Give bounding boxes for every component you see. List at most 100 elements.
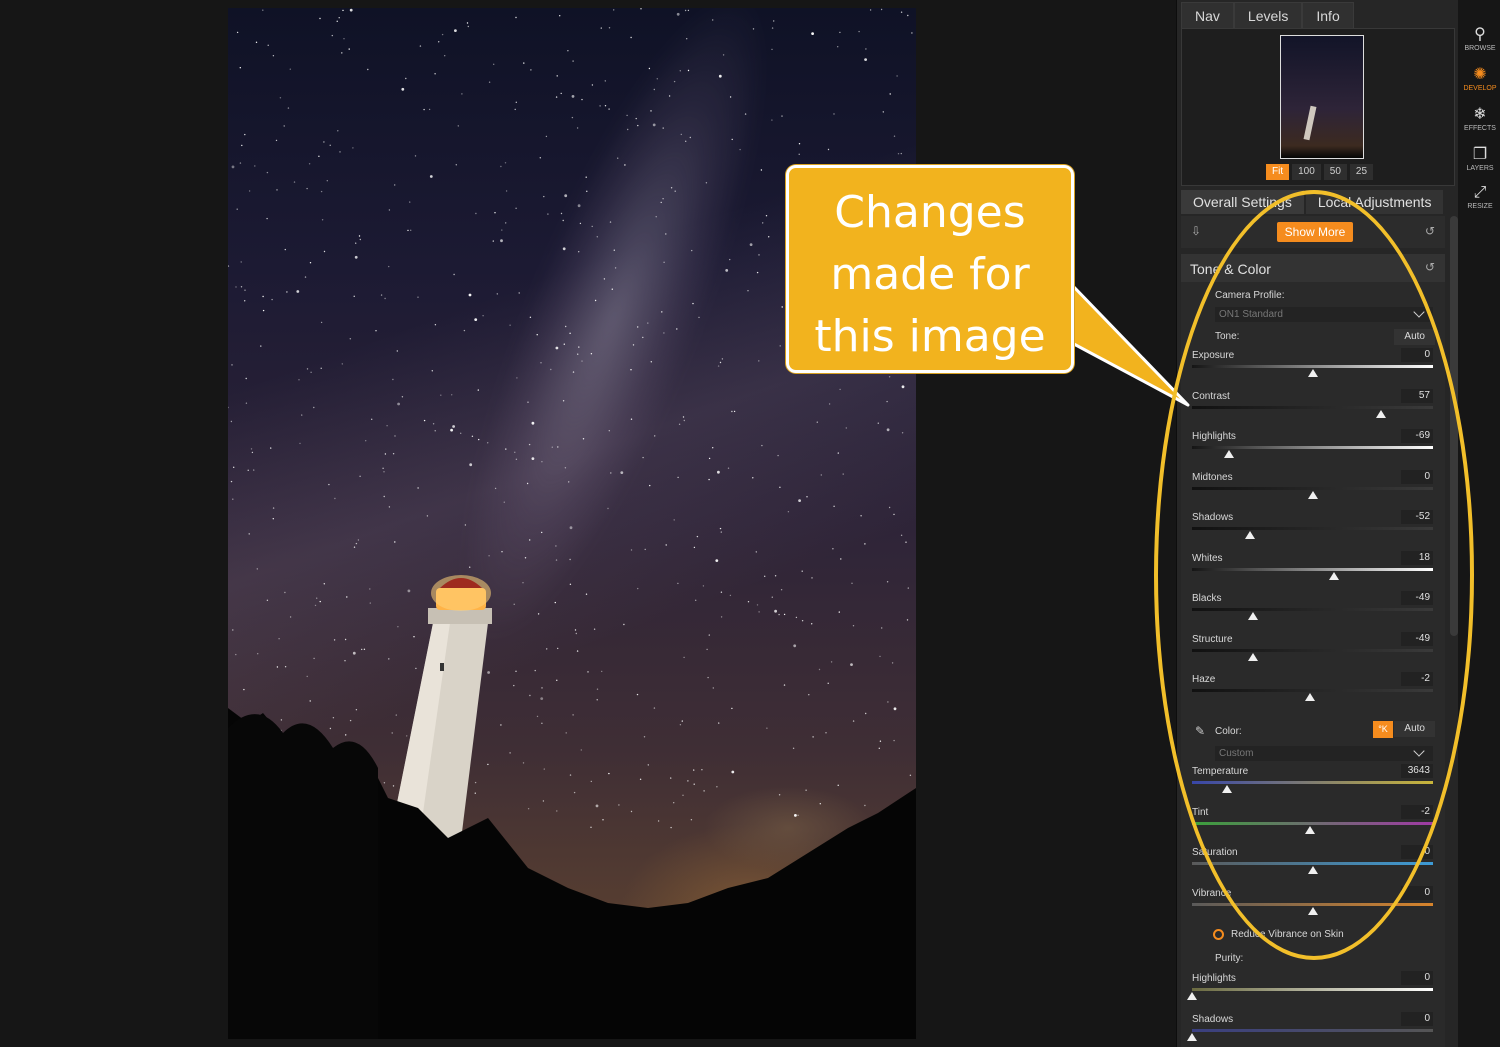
slider-track[interactable] <box>1192 988 1433 991</box>
layers-icon: ❐ <box>1472 146 1488 163</box>
eyedropper-icon[interactable]: ✎ <box>1193 724 1207 738</box>
camera-profile-label: Camera Profile: <box>1215 290 1285 301</box>
slider-value-field[interactable]: 0 <box>1401 469 1433 484</box>
reset-section-icon[interactable]: ↺ <box>1423 260 1437 274</box>
slider-track[interactable] <box>1192 781 1433 784</box>
module-resize[interactable]: ⤢ RESIZE <box>1460 184 1500 210</box>
module-label: DEVELOP <box>1463 85 1497 92</box>
slider-handle[interactable] <box>1307 866 1318 874</box>
module-label: LAYERS <box>1466 165 1494 172</box>
module-effects[interactable]: ❄ EFFECTS <box>1460 104 1500 132</box>
color-auto-button[interactable]: Auto <box>1394 721 1435 737</box>
zoom-fit-button[interactable]: Fit <box>1266 164 1290 180</box>
slider-handle[interactable] <box>1248 612 1259 620</box>
slider-handle[interactable] <box>1305 825 1316 834</box>
slider-handle[interactable] <box>1307 906 1318 915</box>
navigator-thumbnail[interactable] <box>1280 35 1364 159</box>
photo-canvas[interactable] <box>0 0 1173 1047</box>
slider-value-field[interactable]: -2 <box>1401 672 1433 686</box>
tone-label: Tone: <box>1215 331 1240 342</box>
section-header[interactable]: Tone & Color ↺ <box>1181 254 1445 282</box>
slider-handle[interactable] <box>1224 450 1235 458</box>
slider-value-field[interactable]: -2 <box>1401 804 1433 819</box>
slider-track[interactable] <box>1192 527 1433 530</box>
slider-label: Midtones <box>1192 471 1233 483</box>
slider-value-field[interactable]: 3643 <box>1401 764 1433 778</box>
navigator-tabs: Nav Levels Info <box>1181 2 1354 30</box>
slider-handle[interactable] <box>1221 785 1232 793</box>
zoom-50-button[interactable]: 50 <box>1323 164 1347 180</box>
slider-value-field[interactable]: -49 <box>1401 631 1433 646</box>
slider-track[interactable] <box>1192 648 1433 652</box>
slider-handle[interactable] <box>1307 369 1318 377</box>
zoom-100-button[interactable]: 100 <box>1292 164 1321 180</box>
slider-handle[interactable] <box>1307 490 1318 499</box>
slider-value-field[interactable]: 0 <box>1401 971 1433 985</box>
slider-track[interactable] <box>1192 608 1433 611</box>
slider-label: Vibrance <box>1192 887 1232 899</box>
module-develop[interactable]: ✺ DEVELOP <box>1460 64 1500 92</box>
callout-line-2: made for <box>830 249 1030 300</box>
module-browse[interactable]: ⚲ BROWSE <box>1460 24 1500 52</box>
slider-track[interactable] <box>1192 486 1433 490</box>
callout-box: Changes made for this image <box>786 165 1074 373</box>
purity-label: Purity: <box>1215 953 1244 964</box>
photo-preview[interactable] <box>228 8 916 1039</box>
tab-levels[interactable]: Levels <box>1233 2 1303 28</box>
navigator-box: Fit 100 50 25 <box>1181 28 1455 186</box>
zoom-bar: Fit 100 50 25 <box>1266 164 1374 180</box>
tab-overall-settings[interactable]: Overall Settings <box>1181 190 1304 214</box>
slider-handle[interactable] <box>1244 531 1255 539</box>
slider-handle[interactable] <box>1187 1032 1197 1041</box>
slider-handle[interactable] <box>1329 571 1340 580</box>
slider-track[interactable] <box>1192 862 1433 865</box>
slider-value-field[interactable]: -69 <box>1401 429 1433 443</box>
slider-value-field[interactable]: -52 <box>1401 510 1433 524</box>
tab-info[interactable]: Info <box>1302 2 1354 28</box>
chevron-down-icon <box>1413 745 1425 757</box>
slider-label: Contrast <box>1192 390 1230 402</box>
slider-track[interactable] <box>1192 446 1433 449</box>
slider-value-field[interactable]: 0 <box>1401 845 1433 859</box>
camera-profile-select[interactable]: ON1 Standard <box>1215 306 1433 322</box>
slider-label: Structure <box>1192 633 1233 645</box>
reset-all-icon[interactable]: ↺ <box>1423 224 1437 238</box>
slider-value-field[interactable]: 0 <box>1401 885 1433 900</box>
slider-label: Shadows <box>1192 512 1234 523</box>
tab-nav[interactable]: Nav <box>1181 2 1234 28</box>
slider-value-field[interactable]: -49 <box>1401 591 1433 605</box>
slider-value-field[interactable]: 0 <box>1401 348 1433 362</box>
slider-label: Whites <box>1192 552 1223 564</box>
thumbnail-lighthouse <box>1303 105 1317 141</box>
slider-track[interactable] <box>1192 1028 1433 1032</box>
color-kelvin-button[interactable]: °K <box>1373 721 1393 738</box>
slider-handle[interactable] <box>1248 652 1259 661</box>
slider-value-field[interactable]: 57 <box>1401 388 1433 403</box>
module-layers[interactable]: ❐ LAYERS <box>1460 144 1500 172</box>
slider-track[interactable] <box>1192 567 1433 571</box>
slider-value-field[interactable]: 18 <box>1401 550 1433 565</box>
slider-track[interactable] <box>1192 689 1433 692</box>
slider-handle[interactable] <box>1305 693 1316 701</box>
panel-scrollbar[interactable] <box>1450 216 1458 636</box>
show-more-button[interactable]: Show More <box>1277 222 1353 242</box>
save-preset-icon[interactable]: ⇩ <box>1189 224 1203 238</box>
settings-tabs: Overall Settings Local Adjustments <box>1181 190 1445 214</box>
slider-track[interactable] <box>1192 821 1433 825</box>
module-label: RESIZE <box>1467 203 1493 210</box>
tab-local-adjustments[interactable]: Local Adjustments <box>1305 190 1444 214</box>
slider-label: Haze <box>1192 674 1216 685</box>
slider-handle[interactable] <box>1376 409 1387 418</box>
slider-track[interactable] <box>1192 405 1433 409</box>
module-strip: ⚲ BROWSE ✺ DEVELOP ❄ EFFECTS ❐ LAYERS ⤢ RESIZE <box>1460 0 1500 1047</box>
zoom-25-button[interactable]: 25 <box>1349 164 1374 180</box>
tone-color-section: Tone & Color ↺ Camera Profile: ON1 Stand… <box>1181 254 1445 1047</box>
slider-value-field[interactable]: 0 <box>1401 1011 1433 1026</box>
callout-line-1: Changes <box>834 187 1026 238</box>
slider-track[interactable] <box>1192 902 1433 906</box>
tone-auto-button[interactable]: Auto <box>1394 329 1435 345</box>
color-preset-select[interactable]: Custom <box>1215 745 1433 761</box>
slider-track[interactable] <box>1192 365 1433 368</box>
reduce-vibrance-radio[interactable] <box>1213 929 1224 940</box>
slider-handle[interactable] <box>1187 992 1197 1000</box>
